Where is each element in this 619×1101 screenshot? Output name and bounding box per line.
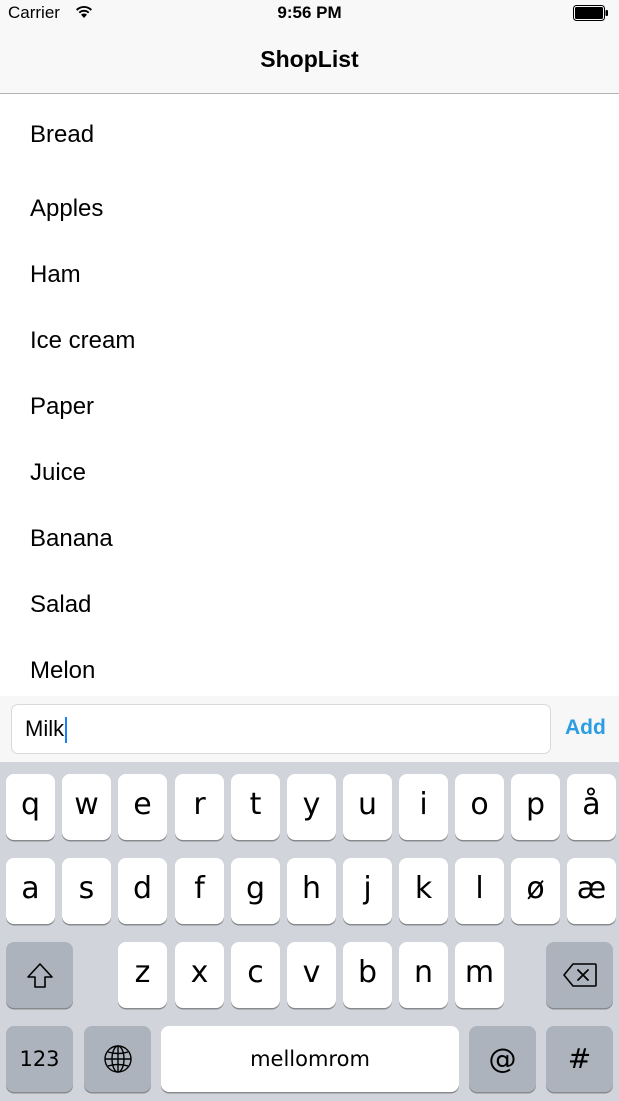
- key-m[interactable]: m: [455, 942, 504, 1008]
- shopping-list[interactable]: Bread Apples Ham Ice cream Paper Juice B…: [0, 94, 619, 696]
- navigation-bar: ShopList: [0, 26, 619, 94]
- list-item[interactable]: Juice: [0, 431, 619, 497]
- key-k[interactable]: k: [399, 858, 448, 924]
- clock: 9:56 PM: [277, 3, 342, 22]
- text-cursor: [65, 717, 68, 744]
- key-p[interactable]: p: [511, 774, 560, 840]
- globe-icon: [103, 1045, 132, 1073]
- key-e[interactable]: e: [118, 774, 167, 840]
- key-w[interactable]: w: [62, 774, 111, 840]
- hash-key[interactable]: #: [546, 1026, 613, 1092]
- key-i[interactable]: i: [399, 774, 448, 840]
- shift-icon: [26, 963, 53, 988]
- globe-key[interactable]: [84, 1026, 151, 1092]
- key-q[interactable]: q: [6, 774, 55, 840]
- status-bar: Carrier 9:56 PM: [0, 0, 619, 26]
- key-d[interactable]: d: [118, 858, 167, 924]
- list-item[interactable]: Paper: [0, 365, 619, 431]
- key-a[interactable]: a: [6, 858, 55, 924]
- keyboard: q w e r t y u i o p å a s d f g h j k l …: [0, 762, 619, 1101]
- add-button[interactable]: Add: [565, 716, 606, 740]
- list-item[interactable]: Ice cream: [0, 299, 619, 365]
- backspace-icon: [562, 963, 597, 987]
- key-t[interactable]: t: [231, 774, 280, 840]
- key-v[interactable]: v: [287, 942, 336, 1008]
- list-item[interactable]: Ham: [0, 233, 619, 299]
- list-item[interactable]: Salad: [0, 563, 619, 629]
- list-item[interactable]: Apples: [0, 167, 619, 233]
- key-c[interactable]: c: [231, 942, 280, 1008]
- key-x[interactable]: x: [175, 942, 224, 1008]
- list-item[interactable]: Bread: [0, 94, 619, 167]
- space-key[interactable]: mellomrom: [161, 1026, 459, 1092]
- key-b[interactable]: b: [343, 942, 392, 1008]
- key-o-slash[interactable]: ø: [511, 858, 560, 924]
- numbers-key[interactable]: 123: [6, 1026, 73, 1092]
- key-u[interactable]: u: [343, 774, 392, 840]
- list-item[interactable]: Banana: [0, 497, 619, 563]
- page-title: ShopList: [260, 46, 359, 72]
- at-key[interactable]: @: [469, 1026, 536, 1092]
- key-ae[interactable]: æ: [567, 858, 616, 924]
- key-a-ring[interactable]: å: [567, 774, 616, 840]
- battery-icon: [573, 5, 609, 26]
- key-l[interactable]: l: [455, 858, 504, 924]
- key-z[interactable]: z: [118, 942, 167, 1008]
- item-input-value: Milk: [25, 716, 65, 741]
- key-s[interactable]: s: [62, 858, 111, 924]
- add-item-bar: Milk Add: [0, 696, 619, 762]
- key-f[interactable]: f: [175, 858, 224, 924]
- key-n[interactable]: n: [399, 942, 448, 1008]
- item-input[interactable]: Milk: [11, 704, 551, 754]
- key-j[interactable]: j: [343, 858, 392, 924]
- key-r[interactable]: r: [175, 774, 224, 840]
- shift-key[interactable]: [6, 942, 73, 1008]
- backspace-key[interactable]: [546, 942, 613, 1008]
- key-g[interactable]: g: [231, 858, 280, 924]
- key-o[interactable]: o: [455, 774, 504, 840]
- key-h[interactable]: h: [287, 858, 336, 924]
- list-item[interactable]: Melon: [0, 629, 619, 695]
- key-y[interactable]: y: [287, 774, 336, 840]
